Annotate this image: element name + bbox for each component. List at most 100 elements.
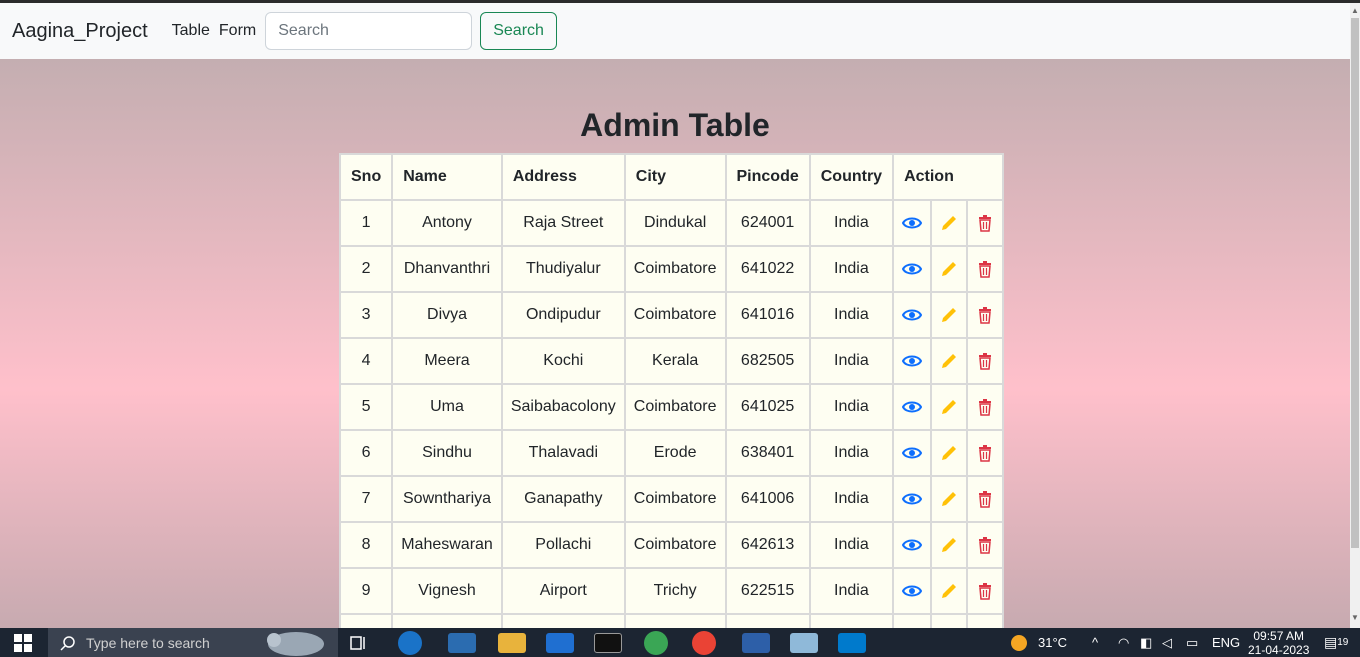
cell-sno: 4: [338, 337, 394, 385]
cell-city: Coimbatore: [623, 383, 727, 431]
delete-button[interactable]: [966, 429, 1005, 477]
spring-tool-icon[interactable]: [644, 631, 668, 655]
cell-sno: 6: [338, 429, 394, 477]
table-row: 3 Divya Ondipudur Coimbatore 641016 India: [338, 291, 1005, 339]
trash-icon: [976, 260, 994, 278]
scroll-down-arrow-icon[interactable]: ▼: [1351, 613, 1359, 622]
cell-pincode: 682505: [724, 337, 811, 385]
eye-icon: [902, 492, 923, 506]
notification-count: 19: [1337, 637, 1349, 648]
cell-sno: 3: [338, 291, 394, 339]
delete-button[interactable]: [966, 475, 1005, 523]
view-button[interactable]: [892, 567, 933, 615]
task-view-icon[interactable]: [350, 628, 368, 657]
view-button[interactable]: [892, 291, 933, 339]
trash-icon: [976, 214, 994, 232]
delete-button[interactable]: [966, 291, 1005, 339]
trash-icon: [976, 398, 994, 416]
edge-icon[interactable]: [398, 631, 422, 655]
cell-sno: 9: [338, 567, 394, 615]
delete-button[interactable]: [966, 199, 1005, 247]
cell-country: India: [808, 383, 895, 431]
wifi-icon[interactable]: ◠: [1118, 628, 1129, 657]
notepad-icon[interactable]: [790, 633, 818, 653]
view-button[interactable]: [892, 383, 933, 431]
windows-start-icon[interactable]: [14, 628, 32, 657]
clock[interactable]: 09:57 AM 21-04-2023: [1248, 628, 1309, 657]
language-indicator[interactable]: ENG: [1212, 628, 1240, 657]
nav-link-form[interactable]: Form: [219, 22, 256, 40]
header-city: City: [623, 153, 727, 201]
cell-name: [391, 613, 503, 628]
brand-link[interactable]: Aagina_Project: [12, 20, 148, 43]
pencil-icon: [940, 306, 958, 324]
battery-icon[interactable]: ▭: [1186, 628, 1198, 657]
delete-button[interactable]: [966, 245, 1005, 293]
cell-country: India: [808, 291, 895, 339]
trash-icon: [976, 582, 994, 600]
trash-icon: [976, 490, 994, 508]
pencil-icon: [940, 582, 958, 600]
notification-icon[interactable]: ▤ 19: [1324, 628, 1348, 657]
view-button[interactable]: [892, 475, 933, 523]
cell-name: Uma: [391, 383, 503, 431]
search-button[interactable]: Search: [480, 12, 557, 50]
volume-icon[interactable]: ◁: [1162, 628, 1172, 657]
delete-button[interactable]: [966, 521, 1005, 569]
search-input[interactable]: [265, 12, 473, 50]
pencil-icon: [940, 260, 958, 278]
edit-button[interactable]: [930, 337, 969, 385]
nav-link-table[interactable]: Table: [172, 22, 210, 40]
search-icon: [60, 635, 75, 651]
cell-country: [808, 613, 895, 628]
navbar: Aagina_Project Table Form Search: [0, 3, 1350, 59]
weather-widget[interactable]: 31°C: [1008, 628, 1067, 657]
edit-button[interactable]: [930, 567, 969, 615]
delete-button[interactable]: [966, 337, 1005, 385]
cell-city: [623, 613, 727, 628]
cell-country: India: [808, 429, 895, 477]
terminal-icon[interactable]: [594, 633, 622, 653]
view-button[interactable]: [892, 199, 933, 247]
delete-button[interactable]: [966, 567, 1005, 615]
view-button[interactable]: [892, 521, 933, 569]
page-title: Admin Table: [580, 107, 770, 143]
scroll-up-arrow-icon[interactable]: ▲: [1351, 6, 1359, 15]
eye-icon: [902, 400, 923, 414]
edit-button[interactable]: [930, 199, 969, 247]
cell-address: Thalavadi: [500, 429, 626, 477]
view-button[interactable]: [892, 429, 933, 477]
view-button[interactable]: [892, 245, 933, 293]
header-pincode: Pincode: [724, 153, 811, 201]
header-action: Action: [892, 153, 1005, 201]
cell-name: Vignesh: [391, 567, 503, 615]
file-explorer-icon[interactable]: [498, 633, 526, 653]
chrome-icon[interactable]: [692, 631, 716, 655]
main-content: Admin Table Sno Name Address City Pincod…: [0, 59, 1350, 628]
mail-icon[interactable]: [546, 633, 574, 653]
cell-pincode: 641016: [724, 291, 811, 339]
delete-button[interactable]: [966, 383, 1005, 431]
cell-name: Sindhu: [391, 429, 503, 477]
view-button[interactable]: [892, 337, 933, 385]
edit-button[interactable]: [930, 521, 969, 569]
cell-country: India: [808, 521, 895, 569]
cell-address: Ondipudur: [500, 291, 626, 339]
trash-icon: [976, 444, 994, 462]
cell-pincode: 641022: [724, 245, 811, 293]
edit-button[interactable]: [930, 429, 969, 477]
cell-sno: 2: [338, 245, 394, 293]
scroll-thumb[interactable]: [1351, 18, 1359, 548]
vscode-icon[interactable]: [838, 633, 866, 653]
cell-address: [500, 613, 626, 628]
edit-button[interactable]: [930, 245, 969, 293]
edit-button[interactable]: [930, 383, 969, 431]
tray-chevron-up-icon[interactable]: ^: [1092, 628, 1098, 657]
network-tool-icon[interactable]: [742, 633, 770, 653]
table-row: 4 Meera Kochi Kerala 682505 India: [338, 337, 1005, 385]
edit-button[interactable]: [930, 291, 969, 339]
store-icon[interactable]: [448, 633, 476, 653]
speaker-icon[interactable]: ◧: [1140, 628, 1152, 657]
vertical-scrollbar[interactable]: ▲ ▼: [1350, 3, 1360, 628]
edit-button[interactable]: [930, 475, 969, 523]
